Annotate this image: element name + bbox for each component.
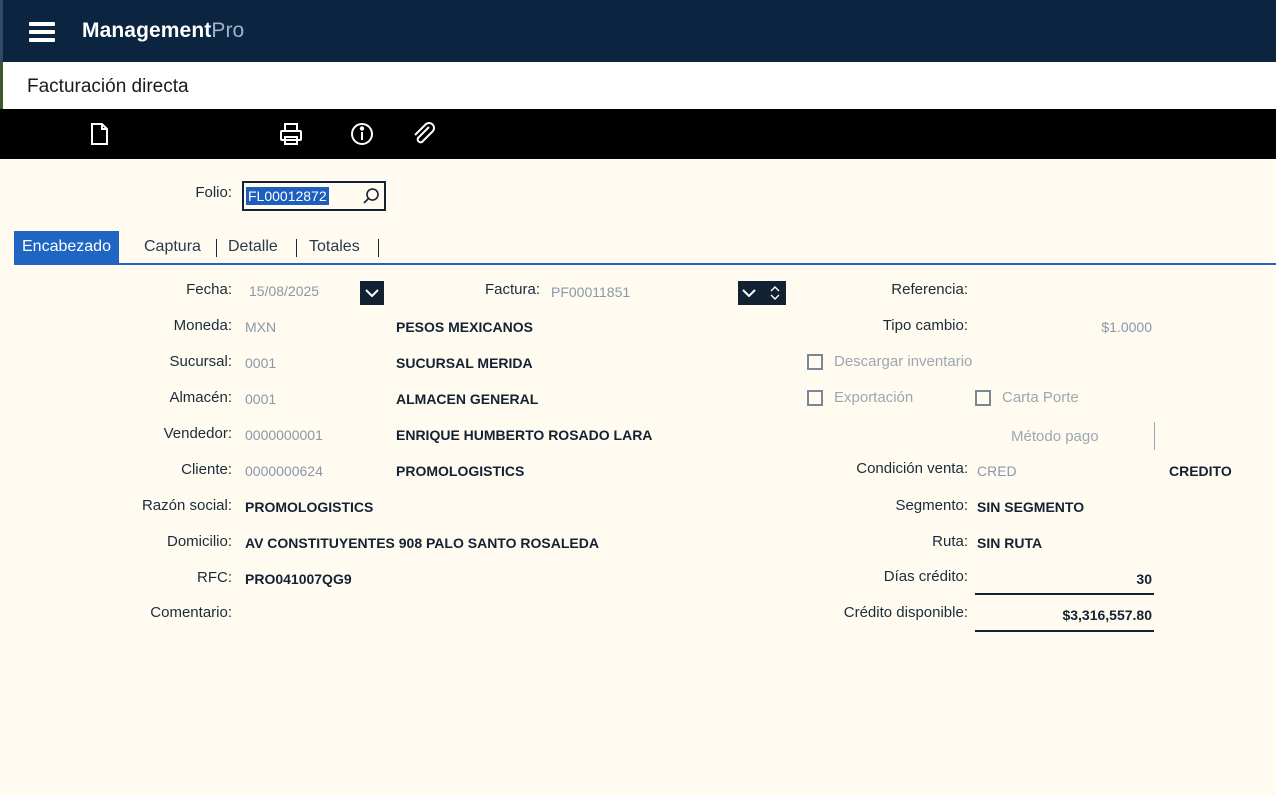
action-toolbar (0, 109, 1276, 159)
vendedor-code[interactable]: 0000000001 (245, 427, 323, 443)
tab-separator (296, 239, 297, 257)
fecha-input[interactable]: 15/08/2025 (249, 283, 319, 299)
sucursal-label: Sucursal: (169, 353, 232, 370)
ruta-label: Ruta: (932, 533, 968, 550)
comentario-label: Comentario: (150, 604, 232, 621)
moneda-name: PESOS MEXICANOS (396, 319, 533, 335)
domicilio-label: Domicilio: (166, 533, 232, 550)
credito-disponible-label: Crédito disponible: (843, 604, 968, 621)
dias-credito-underline (975, 593, 1154, 595)
metodo-pago-divider (1154, 422, 1155, 450)
razon-social-value: PROMOLOGISTICS (245, 499, 374, 515)
factura-label: Factura: (484, 281, 540, 298)
credito-disponible-underline (975, 630, 1154, 632)
folio-value[interactable]: FL00012872 (246, 187, 329, 205)
cliente-code[interactable]: 0000000624 (245, 463, 323, 479)
metodo-pago-button[interactable]: Método pago (1011, 428, 1099, 445)
rfc-label: RFC: (197, 569, 232, 586)
cliente-name: PROMOLOGISTICS (396, 463, 525, 479)
condicion-venta-name: CREDITO (1169, 463, 1232, 479)
tab-separator (216, 239, 217, 257)
moneda-label: Moneda: (173, 317, 232, 334)
search-icon[interactable] (361, 186, 381, 206)
condicion-venta-label: Condición venta: (856, 460, 968, 477)
fecha-label: Fecha: (186, 281, 232, 298)
hamburger-menu-icon[interactable] (29, 22, 55, 42)
tab-underline (14, 263, 1276, 265)
moneda-code[interactable]: MXN (245, 319, 276, 335)
sucursal-name: SUCURSAL MERIDA (396, 355, 533, 371)
credito-disponible-value: $3,316,557.80 (1062, 607, 1152, 623)
folio-input[interactable]: FL00012872 (242, 181, 386, 211)
descargar-inventario-checkbox[interactable] (807, 354, 823, 370)
descargar-inventario-label: Descargar inventario (834, 353, 973, 370)
tab-captura[interactable]: Captura (136, 231, 209, 263)
cliente-label: Cliente: (181, 461, 232, 478)
referencia-label: Referencia: (891, 281, 968, 298)
almacen-code[interactable]: 0001 (245, 391, 276, 407)
page-title: Facturación directa (27, 76, 189, 97)
rfc-value: PRO041007QG9 (245, 571, 352, 587)
app-header: ManagementPro (0, 0, 1276, 62)
new-document-icon[interactable] (86, 121, 112, 147)
tipo-cambio-label: Tipo cambio: (882, 317, 968, 334)
tab-separator (378, 239, 379, 257)
almacen-name: ALMACEN GENERAL (396, 391, 539, 407)
condicion-venta-code[interactable]: CRED (977, 463, 1017, 479)
print-icon[interactable] (278, 121, 304, 147)
factura-input[interactable]: PF00011851 (551, 284, 630, 300)
vendedor-name: ENRIQUE HUMBERTO ROSADO LARA (396, 427, 653, 443)
segmento-value: SIN SEGMENTO (977, 499, 1085, 515)
app-brand: ManagementPro (82, 19, 245, 42)
page-title-bar: Facturación directa (0, 62, 1276, 109)
tab-encabezado[interactable]: Encabezado (14, 231, 119, 265)
tipo-cambio-value: $1.0000 (1101, 319, 1152, 335)
folio-label: Folio: (195, 184, 232, 201)
attachment-icon[interactable] (410, 121, 436, 147)
tab-detalle[interactable]: Detalle (220, 231, 286, 263)
vendedor-label: Vendedor: (163, 425, 232, 442)
razon-social-label: Razón social: (141, 497, 232, 514)
exportacion-checkbox[interactable] (807, 390, 823, 406)
carta-porte-checkbox[interactable] (975, 390, 991, 406)
sucursal-code[interactable]: 0001 (245, 355, 276, 371)
info-icon[interactable] (349, 121, 375, 147)
domicilio-value: AV CONSTITUYENTES 908 PALO SANTO ROSALED… (245, 535, 599, 551)
dias-credito-label: Días crédito: (883, 568, 968, 585)
segmento-label: Segmento: (895, 497, 968, 514)
dias-credito-value[interactable]: 30 (1040, 571, 1152, 587)
almacen-label: Almacén: (169, 389, 232, 406)
exportacion-label: Exportación (834, 389, 914, 406)
ruta-value: SIN RUTA (977, 535, 1043, 551)
calendar-dropdown-button[interactable] (360, 281, 384, 305)
factura-dropdown-button[interactable] (738, 281, 786, 305)
carta-porte-label: Carta Porte (1002, 389, 1079, 406)
tab-totales[interactable]: Totales (301, 231, 368, 263)
